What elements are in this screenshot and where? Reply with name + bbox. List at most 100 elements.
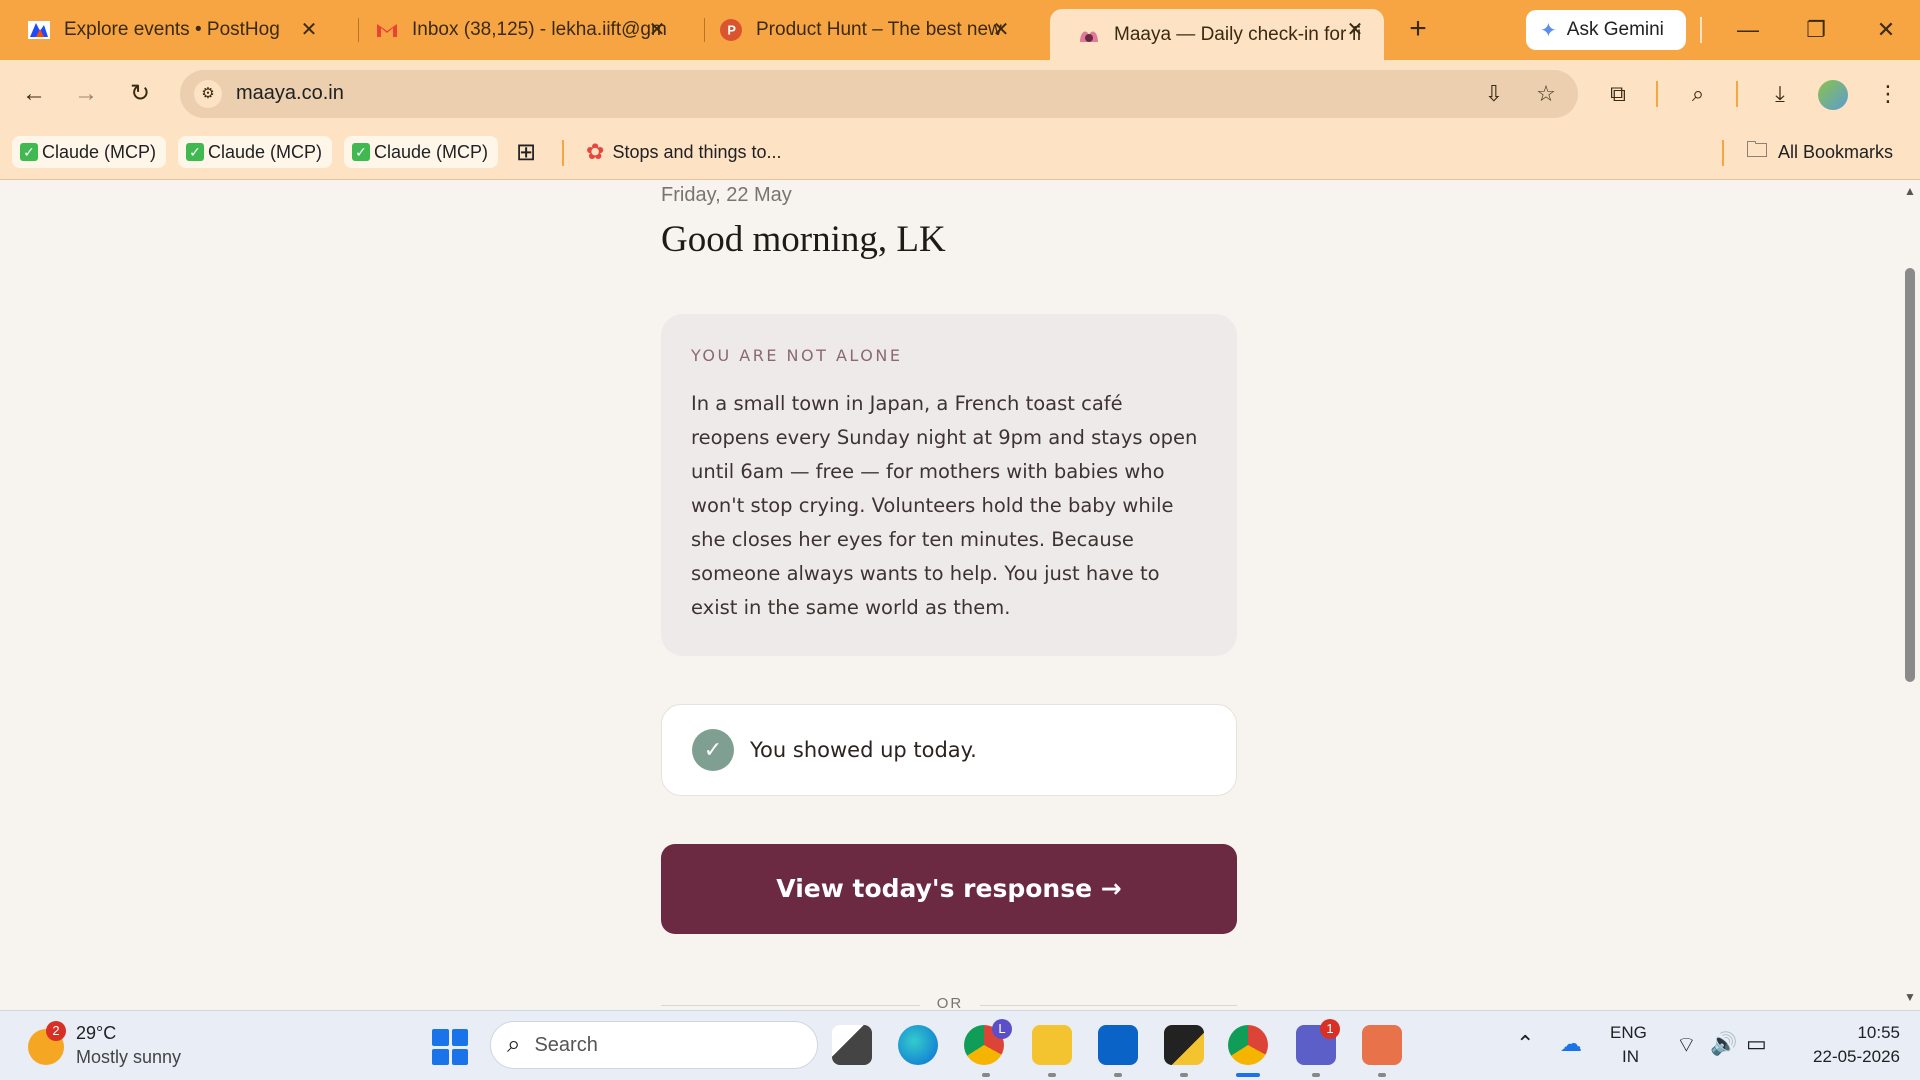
tab-title: Inbox (38,125) - lekha.iift@gm bbox=[412, 19, 667, 40]
story-text: In a small town in Japan, a French toast… bbox=[691, 392, 1198, 619]
weather-temperature[interactable]: 29°C bbox=[76, 1023, 116, 1044]
separator bbox=[1736, 81, 1738, 107]
site-info-icon[interactable]: ⚙ bbox=[194, 80, 222, 108]
search-icon: ⌕ bbox=[507, 1031, 521, 1058]
tab-search-icon[interactable]: ⌕ bbox=[1680, 76, 1716, 112]
bookmark-claude-1[interactable]: ✓ Claude (MCP) bbox=[12, 136, 167, 168]
tab-title: Explore events • PostHog bbox=[64, 19, 280, 40]
close-icon[interactable]: ✕ bbox=[1342, 17, 1368, 43]
chrome-active-icon[interactable] bbox=[1228, 1025, 1268, 1065]
close-window-icon[interactable]: ✕ bbox=[1866, 12, 1906, 48]
new-tab-button[interactable]: + bbox=[1400, 12, 1436, 48]
maaya-icon bbox=[1078, 24, 1100, 46]
checkbox-icon: ✓ bbox=[186, 143, 204, 161]
bookmark-label: Claude (MCP) bbox=[208, 141, 323, 162]
tab-producthunt[interactable]: P Product Hunt – The best new ✕ bbox=[692, 9, 1030, 51]
url-text: maaya.co.in bbox=[236, 82, 344, 104]
bookmark-claude-2[interactable]: ✓ Claude (MCP) bbox=[178, 136, 333, 168]
bookmark-label: Stops and things to... bbox=[612, 141, 782, 162]
close-icon[interactable]: ✕ bbox=[644, 17, 670, 43]
bookmarks-bar: ✓ Claude (MCP) ✓ Claude (MCP) ✓ Claude (… bbox=[0, 128, 1920, 180]
page-date: Friday, 22 May bbox=[661, 184, 792, 206]
posthog-icon bbox=[28, 19, 50, 41]
bookmark-star-icon[interactable]: ☆ bbox=[1532, 80, 1560, 108]
all-bookmarks-button[interactable]: 🗀 All Bookmarks bbox=[1746, 136, 1893, 168]
bookmark-label: Claude (MCP) bbox=[42, 141, 157, 162]
all-bookmarks-label: All Bookmarks bbox=[1778, 141, 1894, 162]
downloads-icon[interactable]: ⤓ bbox=[1762, 76, 1798, 112]
close-icon[interactable]: ✕ bbox=[988, 17, 1014, 43]
wifi-icon[interactable]: ⌔ bbox=[1676, 1031, 1697, 1059]
edge-icon[interactable] bbox=[898, 1025, 938, 1065]
gemini-sparkle-icon: ✦ bbox=[1540, 19, 1557, 42]
tab-gmail[interactable]: Inbox (38,125) - lekha.iift@gm ✕ bbox=[348, 9, 686, 51]
task-view-icon[interactable] bbox=[832, 1025, 872, 1065]
running-indicator bbox=[1048, 1073, 1056, 1077]
file-explorer-icon[interactable] bbox=[1032, 1025, 1072, 1065]
back-icon[interactable]: ← bbox=[16, 76, 52, 112]
gmail-icon bbox=[376, 19, 398, 41]
page-scrollbar[interactable]: ▲ ▼ bbox=[1900, 180, 1920, 1010]
checkbox-icon: ✓ bbox=[20, 143, 38, 161]
taskbar-search[interactable]: ⌕ Search bbox=[490, 1021, 818, 1069]
clock-date[interactable]: 22-05-2026 bbox=[1790, 1047, 1900, 1067]
story-card: YOU ARE NOT ALONE In a small town in Jap… bbox=[661, 314, 1237, 656]
checkin-status-text: You showed up today. bbox=[750, 738, 977, 762]
browser-toolbar: ← → ↻ ⚙ maaya.co.in ⇩ ☆ ⧉ ⌕ ⤓ ⋮ bbox=[0, 60, 1920, 128]
bookmark-label: Claude (MCP) bbox=[374, 141, 489, 162]
running-indicator bbox=[982, 1073, 990, 1077]
chevron-up-icon[interactable]: ⌃ bbox=[1516, 1031, 1534, 1057]
bookmark-claude-3[interactable]: ✓ Claude (MCP) bbox=[344, 136, 499, 168]
install-app-icon[interactable]: ⇩ bbox=[1480, 80, 1508, 108]
scroll-up-icon[interactable]: ▲ bbox=[1904, 184, 1916, 198]
story-label: YOU ARE NOT ALONE bbox=[691, 346, 903, 365]
running-indicator bbox=[1378, 1073, 1386, 1077]
view-response-button[interactable]: View today's response → bbox=[661, 844, 1237, 934]
claude-app-icon[interactable] bbox=[1362, 1025, 1402, 1065]
weather-description[interactable]: Mostly sunny bbox=[76, 1047, 181, 1068]
teams-badge: 1 bbox=[1320, 1019, 1340, 1039]
scroll-down-icon[interactable]: ▼ bbox=[1904, 990, 1916, 1004]
folder-icon: 🗀 bbox=[1746, 137, 1769, 162]
language-code[interactable]: ENG bbox=[1610, 1023, 1647, 1043]
separator bbox=[1722, 140, 1724, 166]
chrome-profile-badge: L bbox=[992, 1019, 1012, 1039]
minimize-icon[interactable]: — bbox=[1728, 12, 1768, 48]
sticky-notes-icon[interactable] bbox=[1164, 1025, 1204, 1065]
ask-gemini-label: Ask Gemini bbox=[1566, 19, 1664, 40]
outlook-icon[interactable] bbox=[1098, 1025, 1138, 1065]
language-region[interactable]: IN bbox=[1622, 1047, 1639, 1067]
profile-avatar[interactable] bbox=[1818, 80, 1848, 110]
apps-grid-icon[interactable]: ⊞ bbox=[516, 136, 536, 168]
svg-text:P: P bbox=[727, 23, 736, 38]
page-title: Good morning, LK bbox=[661, 219, 946, 260]
ask-gemini-button[interactable]: ✦ Ask Gemini bbox=[1526, 10, 1686, 50]
tab-strip: Explore events • PostHog ✕ Inbox (38,125… bbox=[0, 0, 1920, 60]
tab-posthog[interactable]: Explore events • PostHog ✕ bbox=[0, 9, 338, 51]
active-indicator bbox=[1236, 1073, 1260, 1077]
tab-maaya[interactable]: Maaya — Daily check-in for fi ✕ bbox=[1050, 9, 1384, 60]
close-icon[interactable]: ✕ bbox=[296, 17, 322, 43]
extensions-icon[interactable]: ⧉ bbox=[1600, 76, 1636, 112]
taskbar-search-placeholder: Search bbox=[534, 1033, 598, 1056]
battery-icon[interactable]: ▭ bbox=[1746, 1031, 1767, 1057]
address-bar[interactable]: ⚙ maaya.co.in ⇩ ☆ bbox=[180, 70, 1578, 118]
separator bbox=[1656, 81, 1658, 107]
running-indicator bbox=[1312, 1073, 1320, 1077]
reload-icon[interactable]: ↻ bbox=[122, 76, 158, 112]
check-icon: ✓ bbox=[692, 729, 734, 771]
onedrive-icon[interactable]: ☁ bbox=[1560, 1031, 1582, 1057]
scrollbar-thumb[interactable] bbox=[1905, 268, 1915, 682]
windows-taskbar: 2 29°C Mostly sunny ⌕ Search L 1 ⌃ ☁ ENG… bbox=[0, 1010, 1920, 1080]
menu-kebab-icon[interactable]: ⋮ bbox=[1870, 76, 1906, 112]
separator bbox=[562, 140, 564, 166]
weather-badge: 2 bbox=[46, 1021, 66, 1041]
bookmark-stops[interactable]: ✿ Stops and things to... bbox=[586, 136, 782, 168]
volume-icon[interactable]: 🔊 bbox=[1710, 1031, 1737, 1057]
producthunt-icon: P bbox=[720, 19, 742, 41]
tab-title: Maaya — Daily check-in for fi bbox=[1114, 23, 1362, 45]
restore-icon[interactable]: ❐ bbox=[1796, 12, 1836, 48]
clock-time[interactable]: 10:55 bbox=[1830, 1023, 1900, 1043]
forward-icon[interactable]: → bbox=[68, 76, 104, 112]
windows-start-icon[interactable] bbox=[432, 1029, 468, 1065]
